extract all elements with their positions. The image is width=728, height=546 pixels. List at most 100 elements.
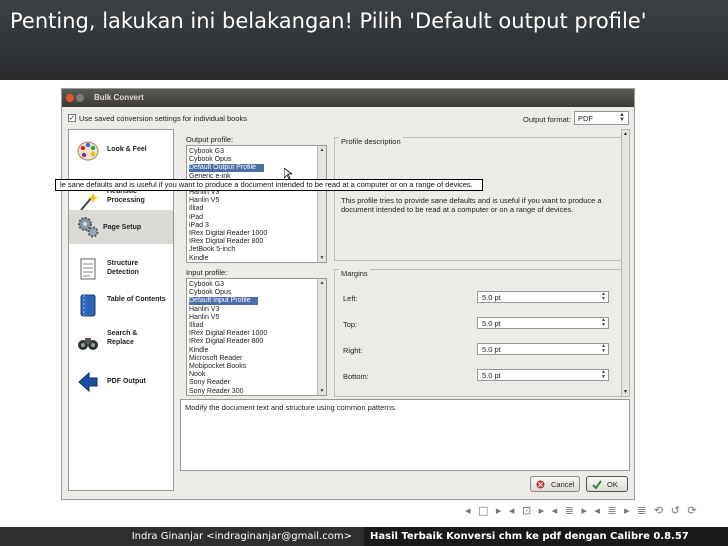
sidebar-item-look-and-feel[interactable]: Look & Feel: [69, 134, 173, 168]
profile-list-item[interactable]: IRex Digital Reader 800: [189, 238, 263, 246]
use-saved-settings-label: Use saved conversion settings for indivi…: [79, 114, 248, 123]
profile-list-item[interactable]: Hanlin V5: [189, 314, 219, 322]
dialog-titlebar: Bulk Convert: [62, 89, 634, 107]
use-saved-settings-checkbox[interactable]: ✓: [68, 114, 76, 122]
profile-description-text: This profile tries to provide sane defau…: [341, 196, 602, 214]
margin-left-spinbox[interactable]: 5.0 pt ▲ ▼: [477, 291, 609, 303]
close-window-icon[interactable]: [66, 94, 74, 102]
cancel-icon: [536, 480, 545, 489]
ok-label: OK: [607, 480, 618, 489]
select-arrows-icon: ▲ ▼: [619, 112, 625, 123]
profile-list-item[interactable]: Hanlin V5: [189, 197, 219, 205]
profile-list-item[interactable]: IRex Digital Reader 1000: [189, 230, 267, 238]
help-text: Modify the document text and structure u…: [185, 403, 397, 412]
arrow-left-icon: [78, 371, 98, 393]
output-profile-scrollbar[interactable]: ▲ ▼: [317, 146, 326, 262]
output-format-label: Output format:: [523, 115, 571, 124]
profile-list-item[interactable]: Hanlin V3: [189, 306, 219, 314]
profile-list-item[interactable]: Sony Reader: [189, 379, 230, 387]
profile-list-item[interactable]: Cybook G3: [189, 281, 224, 289]
profile-list-item[interactable]: Default Input Profile: [189, 297, 259, 306]
margin-top-spinbox[interactable]: 5.0 pt ▲ ▼: [477, 317, 609, 329]
profile-list-item[interactable]: Default Output Profile: [189, 164, 264, 173]
profile-list-item[interactable]: Mobipocket Books: [189, 363, 246, 371]
slide-footer: Indra Ginanjar <indraginanjar@gmail.com>…: [0, 527, 728, 546]
content-scrollbar[interactable]: ▲ ▼: [621, 129, 630, 397]
book-icon: [80, 294, 96, 317]
sidebar-item-label: Look & Feel: [107, 146, 147, 153]
scroll-up-icon[interactable]: ▲: [623, 131, 628, 137]
profile-list-item[interactable]: Illiad: [189, 322, 203, 330]
sidebar-item-label: PDF Output: [107, 378, 146, 385]
spin-arrows-icon[interactable]: ▲ ▼: [601, 344, 606, 354]
dialog-title: Bulk Convert: [94, 93, 144, 102]
sidebar-item-table-of-contents[interactable]: Table of Contents: [69, 290, 173, 324]
scroll-down-icon[interactable]: ▼: [319, 388, 325, 394]
binoculars-icon: [78, 338, 98, 350]
cancel-label: Cancel: [551, 480, 575, 489]
input-profile-scrollbar[interactable]: ▲ ▼: [317, 279, 326, 395]
margins-group: Margins Left: 5.0 pt ▲ ▼ Top: 5.0 pt ▲ ▼ Rig…: [334, 269, 626, 397]
sidebar-item-structure-detection[interactable]: Structure Detection: [69, 254, 173, 288]
margin-left-value: 5.0 pt: [482, 293, 501, 302]
document-icon: [80, 258, 96, 280]
slide-title: Penting, lakukan ini belakangan! Pilih '…: [10, 9, 647, 33]
margin-left-label: Left:: [343, 294, 358, 303]
profile-description-label: Profile description: [339, 137, 403, 146]
margin-right-spinbox[interactable]: 5.0 pt ▲ ▼: [477, 343, 609, 355]
profile-tooltip: le sane defaults and is useful if you wa…: [55, 179, 483, 191]
profile-list-item[interactable]: Microsoft Reader: [189, 355, 242, 363]
spin-arrows-icon[interactable]: ▲ ▼: [601, 292, 606, 302]
input-profile-list[interactable]: Cybook G3 Cybook Opus Default Input Profil…: [186, 278, 327, 396]
output-format-value: PDF: [578, 114, 593, 123]
footer-author: Indra Ginanjar <indraginanjar@gmail.com>: [0, 527, 364, 546]
profile-list-item[interactable]: Cybook Opus: [189, 156, 231, 164]
output-profile-list[interactable]: Cybook G3 Cybook Opus Default Output Profi…: [186, 145, 327, 263]
profile-list-item[interactable]: JetBook 5-inch: [189, 246, 235, 254]
profile-list-item[interactable]: Nook: [189, 371, 205, 379]
sidebar-item-label: Structure Detection: [107, 260, 139, 276]
margin-bottom-label: Bottom:: [343, 372, 369, 381]
sidebar-item-label: Search & Replace: [107, 330, 138, 346]
margin-right-value: 5.0 pt: [482, 345, 501, 354]
profile-list-item[interactable]: Cybook Opus: [189, 289, 231, 297]
check-icon: [592, 480, 602, 489]
sidebar-item-search-replace[interactable]: Search & Replace: [69, 326, 173, 360]
cancel-button[interactable]: Cancel: [530, 476, 580, 492]
scroll-down-icon[interactable]: ▼: [623, 389, 628, 395]
sidebar-item-pdf-output[interactable]: PDF Output: [69, 366, 173, 400]
profile-list-item[interactable]: IRex Digital Reader 800: [189, 338, 263, 346]
output-profile-label: Output profile:: [186, 135, 234, 144]
spin-arrows-icon[interactable]: ▲ ▼: [601, 370, 606, 380]
scroll-up-icon[interactable]: ▲: [319, 280, 325, 286]
bulk-convert-dialog: Bulk Convert ✓ Use saved conversion sett…: [61, 88, 635, 500]
margin-bottom-spinbox[interactable]: 5.0 pt ▲ ▼: [477, 369, 609, 381]
gears-icon: [78, 217, 99, 238]
profile-list-item[interactable]: iPad 3: [189, 222, 209, 230]
profile-description-group: Profile description This profile tries t…: [334, 137, 626, 261]
margin-right-label: Right:: [343, 346, 363, 355]
palette-icon: [77, 141, 99, 161]
profile-list-item[interactable]: Sony Reader 300: [189, 388, 243, 395]
spin-arrows-icon[interactable]: ▲ ▼: [601, 318, 606, 328]
minimize-window-icon[interactable]: [76, 94, 84, 102]
slide-header: Penting, lakukan ini belakangan! Pilih '…: [0, 0, 728, 80]
profile-list-item[interactable]: Kindle: [189, 255, 208, 262]
output-format-select[interactable]: PDF ▲ ▼: [574, 111, 629, 125]
ok-button[interactable]: OK: [586, 476, 628, 492]
scroll-up-icon[interactable]: ▲: [319, 147, 325, 153]
footer-presentation-title: Hasil Terbaik Konversi chm ke pdf dengan…: [364, 527, 728, 546]
sidebar-item-label: Table of Contents: [107, 296, 166, 303]
profile-list-item[interactable]: Cybook G3: [189, 148, 224, 156]
margin-bottom-value: 5.0 pt: [482, 371, 501, 380]
profile-list-item[interactable]: IRex Digital Reader 1000: [189, 330, 267, 338]
scroll-down-icon[interactable]: ▼: [319, 255, 325, 261]
profile-list-item[interactable]: Kindle: [189, 347, 208, 355]
help-text-box: Modify the document text and structure u…: [180, 399, 630, 471]
sidebar-item-label: Page Setup: [103, 224, 142, 231]
margin-top-value: 5.0 pt: [482, 319, 501, 328]
profile-list-item[interactable]: iPad: [189, 214, 203, 222]
sidebar-item-page-setup[interactable]: Page Setup: [69, 210, 173, 244]
profile-list-item[interactable]: Illiad: [189, 205, 203, 213]
slide-navigation-icons[interactable]: ◂ □ ▸ ◂ ⊡ ▸ ◂ ≣ ▸ ◂ ≣ ▸ ≣ ⟲ ↺ ⟳: [465, 504, 699, 517]
